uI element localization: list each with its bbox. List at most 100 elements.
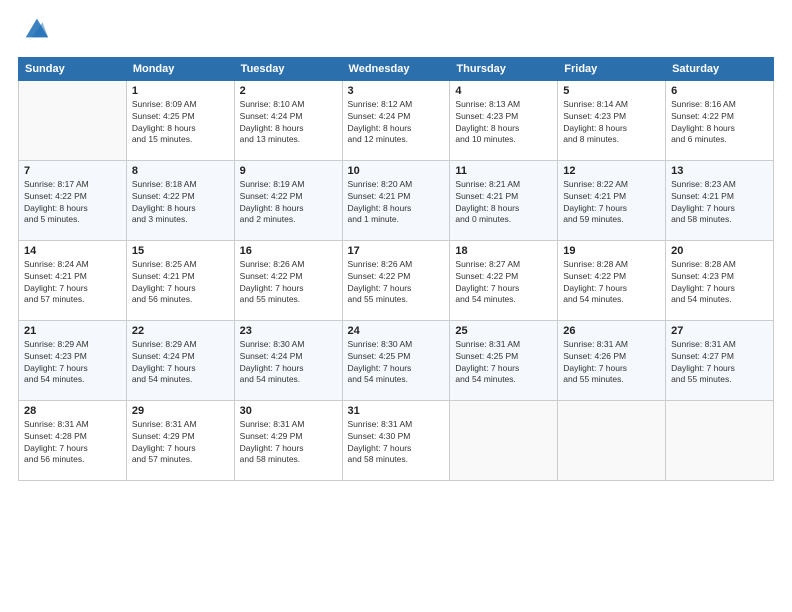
day-number: 19 (563, 245, 660, 257)
day-number: 7 (24, 165, 121, 177)
day-number: 5 (563, 85, 660, 97)
day-number: 23 (240, 325, 337, 337)
day-number: 21 (24, 325, 121, 337)
week-row-2: 14 Sunrise: 8:24 AM Sunset: 4:21 PM Dayli… (19, 240, 774, 320)
calendar-cell (19, 80, 127, 160)
calendar-cell: 19 Sunrise: 8:28 AM Sunset: 4:22 PM Dayli… (558, 240, 666, 320)
day-info: Sunrise: 8:31 AM Sunset: 4:30 PM Dayligh… (348, 419, 445, 467)
week-row-4: 28 Sunrise: 8:31 AM Sunset: 4:28 PM Dayli… (19, 400, 774, 480)
calendar-cell: 29 Sunrise: 8:31 AM Sunset: 4:29 PM Dayli… (126, 400, 234, 480)
day-info: Sunrise: 8:28 AM Sunset: 4:23 PM Dayligh… (671, 259, 768, 307)
day-info: Sunrise: 8:22 AM Sunset: 4:21 PM Dayligh… (563, 179, 660, 227)
calendar-cell: 7 Sunrise: 8:17 AM Sunset: 4:22 PM Daylig… (19, 160, 127, 240)
day-info: Sunrise: 8:20 AM Sunset: 4:21 PM Dayligh… (348, 179, 445, 227)
calendar-cell: 26 Sunrise: 8:31 AM Sunset: 4:26 PM Dayli… (558, 320, 666, 400)
day-info: Sunrise: 8:21 AM Sunset: 4:21 PM Dayligh… (455, 179, 552, 227)
calendar-cell: 4Sunrise: 8:13 AM Sunset: 4:23 PM Daylig… (450, 80, 558, 160)
day-info: Sunrise: 8:14 AM Sunset: 4:23 PM Dayligh… (563, 99, 660, 147)
day-number: 2 (240, 85, 337, 97)
calendar-cell: 18 Sunrise: 8:27 AM Sunset: 4:22 PM Dayli… (450, 240, 558, 320)
logo (18, 18, 50, 47)
calendar-cell: 3Sunrise: 8:12 AM Sunset: 4:24 PM Daylig… (342, 80, 450, 160)
calendar-cell: 23 Sunrise: 8:30 AM Sunset: 4:24 PM Dayli… (234, 320, 342, 400)
calendar-cell: 22 Sunrise: 8:29 AM Sunset: 4:24 PM Dayli… (126, 320, 234, 400)
day-info: Sunrise: 8:30 AM Sunset: 4:24 PM Dayligh… (240, 339, 337, 387)
calendar-cell: 21Sunrise: 8:29 AM Sunset: 4:23 PM Dayli… (19, 320, 127, 400)
day-number: 12 (563, 165, 660, 177)
day-number: 11 (455, 165, 552, 177)
calendar-cell (666, 400, 774, 480)
calendar-cell: 1 Sunrise: 8:09 AM Sunset: 4:25 PM Daylig… (126, 80, 234, 160)
day-number: 29 (132, 405, 229, 417)
calendar-cell: 6 Sunrise: 8:16 AM Sunset: 4:22 PM Daylig… (666, 80, 774, 160)
day-info: Sunrise: 8:31 AM Sunset: 4:28 PM Dayligh… (24, 419, 121, 467)
day-info: Sunrise: 8:12 AM Sunset: 4:24 PM Dayligh… (348, 99, 445, 147)
day-number: 1 (132, 85, 229, 97)
header (18, 18, 774, 47)
day-number: 9 (240, 165, 337, 177)
weekday-header-monday: Monday (126, 57, 234, 80)
day-info: Sunrise: 8:18 AM Sunset: 4:22 PM Dayligh… (132, 179, 229, 227)
day-info: Sunrise: 8:30 AM Sunset: 4:25 PM Dayligh… (348, 339, 445, 387)
calendar-cell: 9 Sunrise: 8:19 AM Sunset: 4:22 PM Daylig… (234, 160, 342, 240)
day-info: Sunrise: 8:19 AM Sunset: 4:22 PM Dayligh… (240, 179, 337, 227)
day-number: 18 (455, 245, 552, 257)
day-info: Sunrise: 8:24 AM Sunset: 4:21 PM Dayligh… (24, 259, 121, 307)
weekday-header-wednesday: Wednesday (342, 57, 450, 80)
calendar: SundayMondayTuesdayWednesdayThursdayFrid… (18, 57, 774, 481)
calendar-cell: 27 Sunrise: 8:31 AM Sunset: 4:27 PM Dayli… (666, 320, 774, 400)
calendar-cell: 28 Sunrise: 8:31 AM Sunset: 4:28 PM Dayli… (19, 400, 127, 480)
day-info: Sunrise: 8:31 AM Sunset: 4:25 PM Dayligh… (455, 339, 552, 387)
calendar-cell: 20 Sunrise: 8:28 AM Sunset: 4:23 PM Dayli… (666, 240, 774, 320)
day-number: 26 (563, 325, 660, 337)
day-number: 27 (671, 325, 768, 337)
day-number: 28 (24, 405, 121, 417)
day-number: 20 (671, 245, 768, 257)
day-number: 30 (240, 405, 337, 417)
calendar-cell (450, 400, 558, 480)
calendar-cell: 12 Sunrise: 8:22 AM Sunset: 4:21 PM Dayli… (558, 160, 666, 240)
day-info: Sunrise: 8:10 AM Sunset: 4:24 PM Dayligh… (240, 99, 337, 147)
day-info: Sunrise: 8:26 AM Sunset: 4:22 PM Dayligh… (240, 259, 337, 307)
day-number: 6 (671, 85, 768, 97)
day-info: Sunrise: 8:31 AM Sunset: 4:27 PM Dayligh… (671, 339, 768, 387)
day-info: Sunrise: 8:09 AM Sunset: 4:25 PM Dayligh… (132, 99, 229, 147)
day-info: Sunrise: 8:26 AM Sunset: 4:22 PM Dayligh… (348, 259, 445, 307)
calendar-cell: 15Sunrise: 8:25 AM Sunset: 4:21 PM Dayli… (126, 240, 234, 320)
week-row-1: 7 Sunrise: 8:17 AM Sunset: 4:22 PM Daylig… (19, 160, 774, 240)
calendar-cell: 10 Sunrise: 8:20 AM Sunset: 4:21 PM Dayli… (342, 160, 450, 240)
week-row-0: 1 Sunrise: 8:09 AM Sunset: 4:25 PM Daylig… (19, 80, 774, 160)
day-info: Sunrise: 8:31 AM Sunset: 4:26 PM Dayligh… (563, 339, 660, 387)
calendar-cell: 14 Sunrise: 8:24 AM Sunset: 4:21 PM Dayli… (19, 240, 127, 320)
day-number: 24 (348, 325, 445, 337)
day-info: Sunrise: 8:29 AM Sunset: 4:24 PM Dayligh… (132, 339, 229, 387)
day-number: 25 (455, 325, 552, 337)
calendar-cell: 8 Sunrise: 8:18 AM Sunset: 4:22 PM Daylig… (126, 160, 234, 240)
day-number: 22 (132, 325, 229, 337)
calendar-cell: 24 Sunrise: 8:30 AM Sunset: 4:25 PM Dayli… (342, 320, 450, 400)
day-info: Sunrise: 8:28 AM Sunset: 4:22 PM Dayligh… (563, 259, 660, 307)
calendar-cell (558, 400, 666, 480)
page: SundayMondayTuesdayWednesdayThursdayFrid… (0, 0, 792, 612)
weekday-header-tuesday: Tuesday (234, 57, 342, 80)
day-number: 8 (132, 165, 229, 177)
calendar-cell: 31 Sunrise: 8:31 AM Sunset: 4:30 PM Dayli… (342, 400, 450, 480)
day-number: 13 (671, 165, 768, 177)
day-info: Sunrise: 8:16 AM Sunset: 4:22 PM Dayligh… (671, 99, 768, 147)
weekday-header-friday: Friday (558, 57, 666, 80)
weekday-header-thursday: Thursday (450, 57, 558, 80)
weekday-header-row: SundayMondayTuesdayWednesdayThursdayFrid… (19, 57, 774, 80)
day-info: Sunrise: 8:31 AM Sunset: 4:29 PM Dayligh… (240, 419, 337, 467)
day-info: Sunrise: 8:31 AM Sunset: 4:29 PM Dayligh… (132, 419, 229, 467)
weekday-header-saturday: Saturday (666, 57, 774, 80)
day-number: 31 (348, 405, 445, 417)
day-info: Sunrise: 8:17 AM Sunset: 4:22 PM Dayligh… (24, 179, 121, 227)
day-number: 17 (348, 245, 445, 257)
day-number: 14 (24, 245, 121, 257)
weekday-header-sunday: Sunday (19, 57, 127, 80)
day-number: 10 (348, 165, 445, 177)
day-number: 16 (240, 245, 337, 257)
day-info: Sunrise: 8:27 AM Sunset: 4:22 PM Dayligh… (455, 259, 552, 307)
day-number: 15 (132, 245, 229, 257)
calendar-cell: 13Sunrise: 8:23 AM Sunset: 4:21 PM Dayli… (666, 160, 774, 240)
